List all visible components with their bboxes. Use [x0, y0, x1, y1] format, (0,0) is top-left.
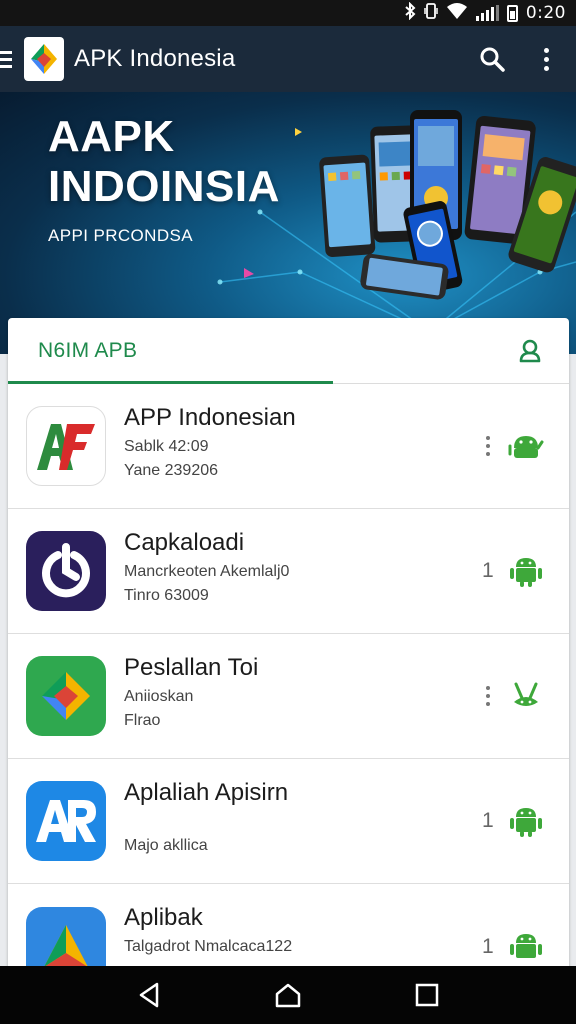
banner-title-line2: INDOINSIA: [48, 162, 280, 211]
home-icon: [275, 983, 301, 1008]
banner-subtitle: APPI PRCONDSA: [48, 226, 194, 245]
search-icon: [480, 47, 505, 72]
recents-icon: [415, 983, 438, 1007]
colorful-diamond-icon: [26, 656, 106, 736]
app-row[interactable]: Aplaliah Apisirn Majo akllica 1: [8, 759, 569, 884]
signal-icon: [475, 5, 499, 21]
app-meta: Mancrkeoten Akemlalj0: [124, 563, 290, 580]
app-meta: Yane 239206: [124, 462, 219, 479]
tab-bar: N6IM APB: [8, 318, 569, 384]
app-logo: [24, 37, 64, 81]
back-icon: [140, 982, 159, 1008]
status-time: 0:20: [525, 3, 566, 23]
system-nav-bar: [0, 966, 576, 1024]
more-button[interactable]: [522, 35, 570, 83]
app-row[interactable]: Capkaloadi Mancrkeoten Akemlalj0 Tinro 6…: [8, 509, 569, 634]
promo-banner[interactable]: AAPK INDOINSIA APPI PRCONDSA: [0, 92, 576, 354]
bluetooth-icon: [404, 1, 416, 24]
row-count: 1: [482, 934, 494, 958]
app-title: APK Indonesia: [74, 45, 236, 72]
more-vert-icon: [543, 47, 549, 71]
tab-new-apps[interactable]: N6IM APB: [38, 339, 511, 363]
android-icon[interactable]: [508, 678, 544, 714]
app-meta: Aniioskan: [124, 688, 194, 705]
search-button[interactable]: [468, 35, 516, 83]
ar-logo-icon: [26, 781, 106, 861]
row-more-icon[interactable]: [486, 686, 490, 706]
app-name: Capkaloadi: [124, 529, 245, 556]
vibrate-icon: [424, 2, 438, 24]
screen: 0:20 APK Indonesia AAPK INDOINSIA APPI P…: [0, 0, 576, 1024]
app-meta: Sablk 42:09: [124, 438, 209, 455]
app-bar: APK Indonesia: [0, 26, 576, 92]
af-logo-icon: [26, 406, 106, 486]
battery-icon: [506, 4, 518, 22]
status-bar: 0:20: [0, 0, 576, 26]
app-meta: Flrao: [124, 712, 161, 729]
back-button[interactable]: [129, 975, 169, 1015]
profile-button[interactable]: [511, 331, 551, 371]
app-meta: Tinro 63009: [124, 587, 209, 604]
person-icon: [519, 339, 541, 362]
app-row[interactable]: Peslallan Toi Aniioskan Flrao: [8, 634, 569, 759]
app-name: Peslallan Toi: [124, 654, 259, 681]
android-icon[interactable]: [508, 428, 544, 464]
app-meta: Talgadrot Nmalcaca122: [124, 938, 293, 955]
app-row[interactable]: APP Indonesian Sablk 42:09 Yane 239206: [8, 384, 569, 509]
home-button[interactable]: [268, 975, 308, 1015]
phones-illustration: [319, 110, 576, 300]
banner-title-line1: AAPK: [48, 112, 175, 161]
row-more-icon[interactable]: [486, 436, 490, 456]
row-count: 1: [482, 809, 494, 832]
app-list-card: N6IM APB APP Indonesian Sablk 42:09 Yane…: [8, 318, 569, 1024]
app-list: APP Indonesian Sablk 42:09 Yane 239206 C…: [8, 384, 569, 1009]
android-icon[interactable]: [508, 929, 544, 965]
menu-icon[interactable]: [0, 50, 24, 68]
banner-title: AAPK INDOINSIA: [48, 112, 280, 212]
android-icon[interactable]: [508, 553, 544, 589]
row-count: 1: [482, 559, 494, 582]
app-name: Aplaliah Apisirn: [124, 779, 289, 806]
app-meta: Majo akllica: [124, 837, 208, 854]
app-name: APP Indonesian: [124, 404, 296, 431]
recents-button[interactable]: [407, 975, 447, 1015]
wifi-icon: [446, 2, 468, 24]
power-circle-icon: [26, 531, 106, 611]
app-name: Aplibak: [124, 904, 203, 931]
android-icon[interactable]: [508, 803, 544, 839]
